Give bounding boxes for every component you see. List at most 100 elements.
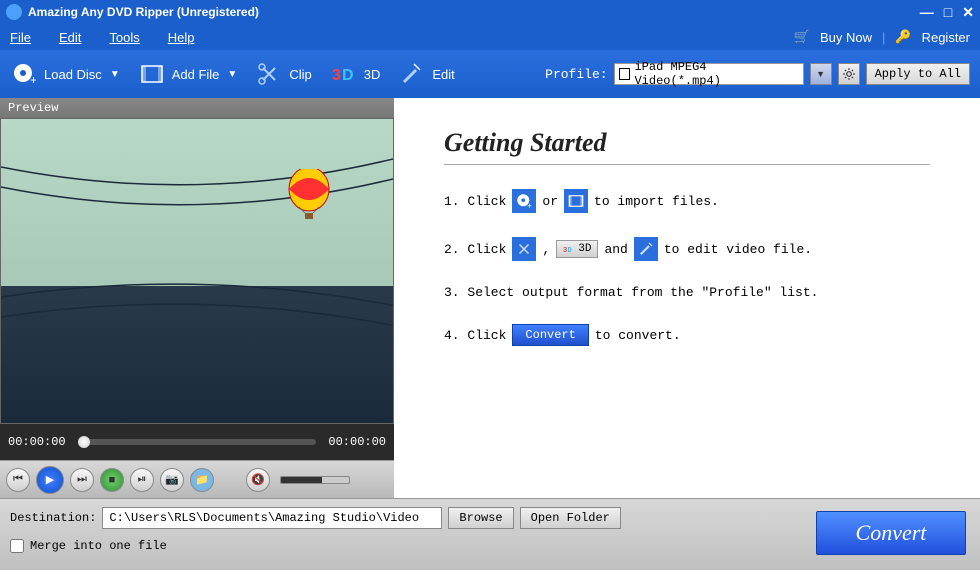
- load-disc-button[interactable]: + Load Disc ▼: [10, 60, 120, 88]
- merge-checkbox[interactable]: [10, 539, 24, 553]
- step2-text-b: to edit video file.: [664, 242, 812, 257]
- load-disc-label: Load Disc: [44, 67, 102, 82]
- seek-bar[interactable]: [78, 439, 317, 445]
- preview-image: [0, 118, 394, 424]
- step-3: 3. Select output format from the "Profil…: [444, 285, 930, 300]
- balloon-image: [285, 169, 333, 227]
- film-icon: [138, 60, 166, 88]
- destination-label: Destination:: [10, 511, 96, 525]
- profile-select[interactable]: iPad MPEG4 Video(*.mp4): [614, 63, 804, 85]
- register-link[interactable]: Register: [922, 30, 970, 45]
- buy-now-link[interactable]: Buy Now: [820, 30, 872, 45]
- player-controls: ⏮ ▶ ⏭ ■ ⏯ 📷 📁 🔇: [0, 460, 394, 498]
- seek-handle[interactable]: [78, 436, 90, 448]
- folder-button[interactable]: 📁: [190, 468, 214, 492]
- convert-button[interactable]: Convert: [816, 511, 966, 555]
- power-lines: [1, 147, 393, 347]
- mute-button[interactable]: 🔇: [246, 468, 270, 492]
- key-icon: 🔑: [895, 29, 911, 45]
- app-icon: [6, 4, 22, 20]
- step2-and: and: [604, 242, 627, 257]
- bottom-bar: Destination: Browse Open Folder Merge in…: [0, 498, 980, 570]
- svg-text:3: 3: [563, 247, 567, 255]
- close-button[interactable]: ✕: [962, 4, 974, 21]
- snapshot-button[interactable]: 📷: [160, 468, 184, 492]
- mini-3d-label: 3D: [578, 243, 591, 255]
- minimize-button[interactable]: —: [920, 4, 934, 21]
- add-file-button[interactable]: Add File ▼: [138, 60, 238, 88]
- disc-icon: +: [10, 60, 38, 88]
- window-title: Amazing Any DVD Ripper (Unregistered): [28, 5, 920, 19]
- mini-3d-button: 3D 3D: [556, 240, 598, 258]
- step1-text-a: 1. Click: [444, 194, 506, 209]
- wand-icon: [398, 60, 426, 88]
- titlebar: Amazing Any DVD Ripper (Unregistered) — …: [0, 0, 980, 24]
- step-button[interactable]: ⏯: [130, 468, 154, 492]
- svg-text:D: D: [568, 247, 572, 255]
- stop-button[interactable]: ■: [100, 468, 124, 492]
- svg-text:+: +: [527, 203, 532, 211]
- step-4: 4. Click Convert to convert.: [444, 324, 930, 346]
- profile-dropdown-button[interactable]: ▼: [810, 63, 832, 85]
- step1-text-b: to import files.: [594, 194, 719, 209]
- time-current: 00:00:00: [8, 435, 66, 449]
- step-2: 2. Click , 3D 3D and to edit video file.: [444, 237, 930, 261]
- 3d-label: 3D: [364, 67, 381, 82]
- profile-value: iPad MPEG4 Video(*.mp4): [634, 60, 798, 88]
- mini-convert-button: Convert: [512, 324, 588, 346]
- apply-to-all-button[interactable]: Apply to All: [866, 63, 970, 85]
- svg-text:3: 3: [332, 67, 341, 84]
- getting-started-title: Getting Started: [444, 128, 930, 165]
- 3d-button[interactable]: 3D 3D: [330, 60, 381, 88]
- mini-scissors-icon: [512, 237, 536, 261]
- toolbar: + Load Disc ▼ Add File ▼ Clip 3D 3D Edit…: [0, 50, 980, 98]
- mini-film-icon: [564, 189, 588, 213]
- mini-wand-icon: [634, 237, 658, 261]
- volume-slider[interactable]: [280, 476, 350, 484]
- edit-label: Edit: [432, 67, 454, 82]
- preview-label: Preview: [0, 98, 394, 118]
- time-total: 00:00:00: [328, 435, 386, 449]
- step4-text-b: to convert.: [595, 328, 681, 343]
- open-folder-button[interactable]: Open Folder: [520, 507, 621, 529]
- menu-tools[interactable]: Tools: [109, 30, 139, 45]
- add-file-label: Add File: [172, 67, 220, 82]
- play-button[interactable]: ▶: [36, 466, 64, 494]
- chevron-down-icon: ▼: [227, 69, 237, 80]
- merge-label: Merge into one file: [30, 539, 167, 553]
- separator: |: [882, 30, 885, 45]
- step4-text-a: 4. Click: [444, 328, 506, 343]
- profile-label: Profile:: [545, 67, 607, 82]
- cart-icon: 🛒: [794, 29, 810, 45]
- timeline: 00:00:00 00:00:00: [0, 424, 394, 460]
- prev-button[interactable]: ⏮: [6, 468, 30, 492]
- scissors-icon: [255, 60, 283, 88]
- destination-input[interactable]: [102, 507, 442, 529]
- next-button[interactable]: ⏭: [70, 468, 94, 492]
- format-icon: [619, 68, 631, 80]
- step3-text: 3. Select output format from the "Profil…: [444, 285, 818, 300]
- maximize-button[interactable]: □: [944, 4, 952, 21]
- main-area: Preview 00:00:00 00:00:00 ⏮: [0, 98, 980, 498]
- svg-text:D: D: [342, 67, 354, 84]
- 3d-icon: 3D: [330, 60, 358, 88]
- content-pane: Getting Started 1. Click + or to import …: [394, 98, 980, 498]
- step2-comma: ,: [542, 242, 550, 257]
- settings-button[interactable]: [838, 63, 860, 85]
- gear-icon: [842, 67, 856, 81]
- step-1: 1. Click + or to import files.: [444, 189, 930, 213]
- menubar: File Edit Tools Help 🛒 Buy Now | 🔑 Regis…: [0, 24, 980, 50]
- edit-button[interactable]: Edit: [398, 60, 454, 88]
- menu-file[interactable]: File: [10, 30, 31, 45]
- browse-button[interactable]: Browse: [448, 507, 513, 529]
- step1-or: or: [542, 194, 558, 209]
- step2-text-a: 2. Click: [444, 242, 506, 257]
- clip-button[interactable]: Clip: [255, 60, 311, 88]
- menu-help[interactable]: Help: [168, 30, 195, 45]
- mini-disc-icon: +: [512, 189, 536, 213]
- preview-pane: Preview 00:00:00 00:00:00 ⏮: [0, 98, 394, 498]
- chevron-down-icon: ▼: [110, 69, 120, 80]
- menu-edit[interactable]: Edit: [59, 30, 81, 45]
- clip-label: Clip: [289, 67, 311, 82]
- svg-text:+: +: [30, 73, 36, 86]
